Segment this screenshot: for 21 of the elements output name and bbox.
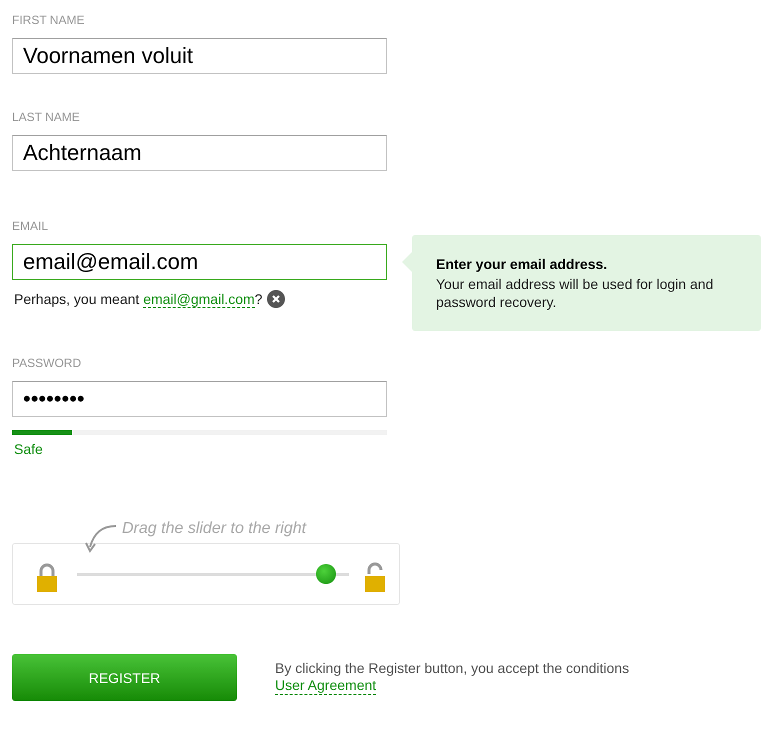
input-field[interactable]: Voornamen voluit — [12, 38, 387, 74]
field-label: PASSWORD — [12, 356, 82, 370]
slider-hint: Drag the slider to the right — [122, 519, 306, 539]
tooltip-title: Enter your email address. — [436, 255, 608, 273]
locked-padlock-icon — [35, 562, 59, 592]
input-field[interactable]: •••••••• — [12, 381, 387, 417]
input-field[interactable]: Achternaam — [12, 135, 387, 171]
slider-thumb[interactable] — [316, 564, 336, 584]
unlocked-padlock-icon — [363, 562, 387, 592]
field-label: EMAIL — [12, 219, 48, 233]
suggestion-link[interactable]: email@gmail.com — [143, 291, 255, 308]
curved-arrow-icon — [84, 523, 118, 553]
input-field[interactable]: email@email.com — [12, 244, 387, 280]
terms-text: By clicking the Register button, you accept the conditions — [275, 660, 630, 677]
tooltip-text: Your email address will be used for login and password recovery. — [436, 275, 714, 311]
field-label: FIRST NAME — [12, 13, 84, 27]
user-agreement-link[interactable]: User Agreement — [275, 677, 376, 695]
field-label: LAST NAME — [12, 110, 80, 124]
close-icon[interactable] — [267, 290, 286, 308]
strength-label: Safe — [14, 441, 43, 457]
suggestion-text: Perhaps, you meant email@gmail.com? — [14, 291, 262, 307]
